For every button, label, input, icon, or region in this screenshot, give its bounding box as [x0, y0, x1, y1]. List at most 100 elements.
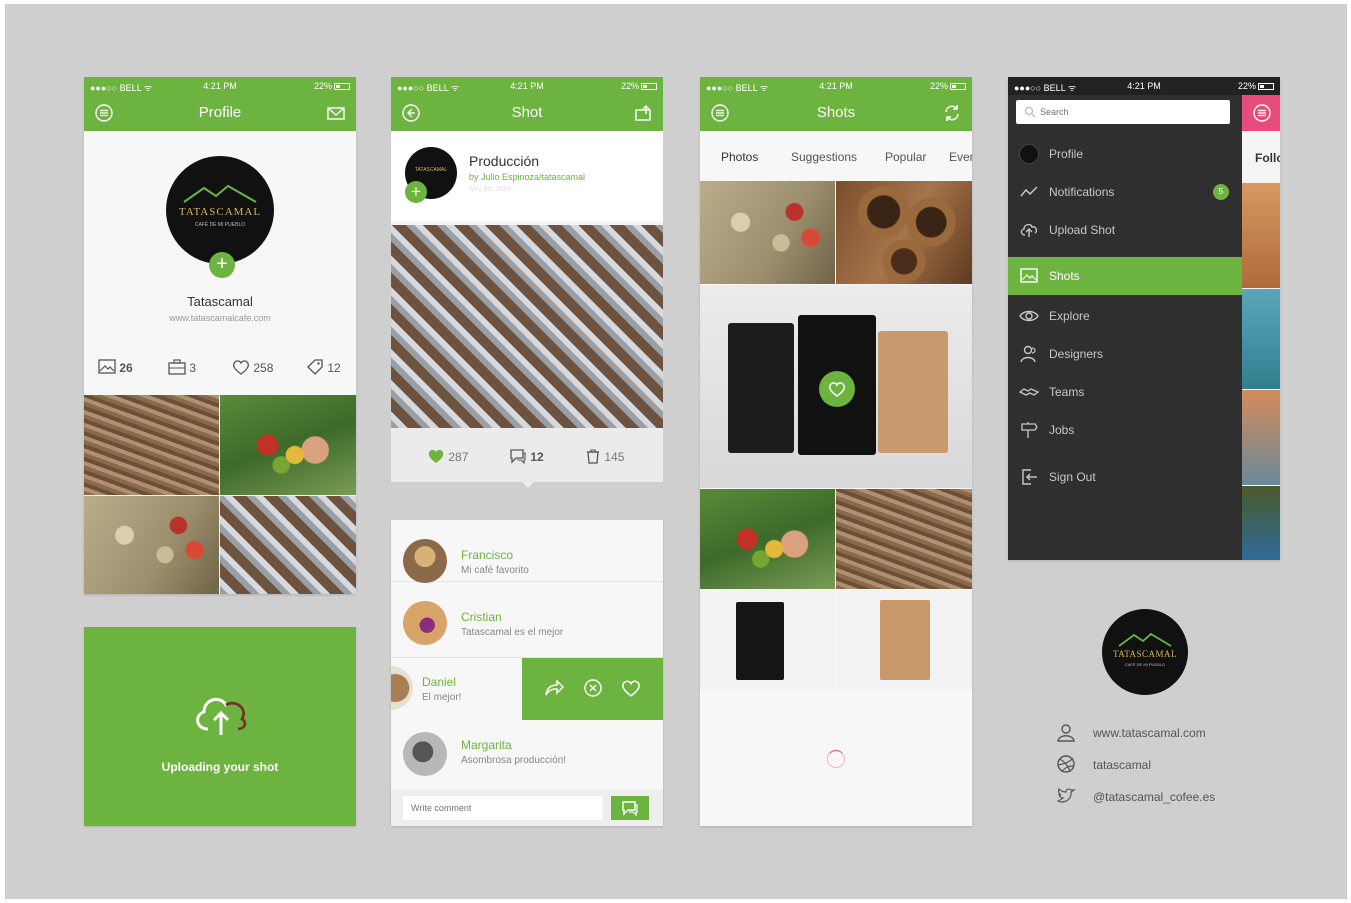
mountain-logo-icon	[183, 184, 257, 203]
search-icon	[1024, 106, 1036, 118]
post-avatar-text: TATASCAMAL	[414, 167, 448, 173]
follow-button[interactable]: +	[209, 252, 235, 278]
like-button[interactable]: 287	[427, 448, 468, 464]
menu-item-jobs[interactable]: Jobs	[1008, 411, 1242, 449]
menu-icon[interactable]	[1252, 103, 1272, 123]
stat-projects[interactable]: 3	[168, 359, 196, 375]
send-comment-button[interactable]	[611, 796, 649, 820]
profile-photo-1[interactable]	[84, 395, 219, 495]
loading-spinner	[827, 750, 845, 768]
reply-icon[interactable]	[543, 678, 565, 698]
activity-icon	[1020, 186, 1038, 197]
shot-actions: 287 12 145	[391, 428, 663, 482]
profile-photo-2[interactable]	[220, 395, 356, 495]
search-box[interactable]	[1016, 100, 1230, 124]
mail-icon[interactable]	[326, 103, 346, 123]
menu-item-sign-out[interactable]: Sign Out	[1008, 458, 1242, 496]
post-follow-button[interactable]: +	[405, 181, 427, 203]
notification-badge: 5	[1213, 184, 1229, 200]
cloud-upload-icon	[1020, 223, 1038, 237]
comment-icon	[622, 801, 638, 817]
profile-header: TATASCAMAL CAFÉ DE MI PUEBLO + Tatascama…	[84, 131, 356, 343]
tab-suggestions[interactable]: Suggestions	[791, 150, 857, 164]
comment-author[interactable]: Francisco	[461, 548, 513, 562]
menu-item-notifications[interactable]: Notifications 5	[1008, 173, 1242, 211]
stat-tags[interactable]: 12	[306, 359, 341, 375]
tab-photos[interactable]: Photos	[721, 150, 758, 164]
stat-likes[interactable]: 258	[232, 359, 273, 375]
delete-icon[interactable]	[583, 678, 603, 698]
comment-composer	[391, 790, 663, 826]
comments-button[interactable]: 12	[509, 448, 544, 464]
page-title: Shot	[511, 104, 543, 121]
briefcase-icon	[168, 359, 186, 375]
comment-item-daniel[interactable]: Daniel El mejor!	[391, 658, 663, 720]
content-peek[interactable]: Follo	[1242, 95, 1280, 560]
menu-item-teams[interactable]: Teams	[1008, 373, 1242, 411]
peek-navbar	[1242, 95, 1280, 131]
shot-thumb-2[interactable]	[836, 181, 972, 284]
tab-popular[interactable]: Popular	[885, 150, 926, 164]
upload-status-text: Uploading your shot	[161, 760, 279, 774]
comment-item-francisco[interactable]: Francisco Mi café favorito	[391, 520, 663, 583]
menu-item-profile[interactable]: Profile	[1008, 135, 1242, 173]
shot-thumb-6[interactable]	[836, 590, 972, 690]
share-icon[interactable]	[633, 103, 653, 123]
avatar	[403, 732, 447, 776]
sign-out-icon	[1022, 469, 1037, 485]
comment-swipe-actions	[522, 658, 663, 720]
refresh-icon[interactable]	[942, 103, 962, 123]
upload-card: Uploading your shot	[84, 627, 356, 826]
page-title: Profile	[198, 104, 242, 121]
like-overlay-button[interactable]	[819, 371, 855, 407]
profile-website[interactable]: www.tatascamalcafe.com	[84, 313, 356, 323]
shot-featured[interactable]	[700, 285, 972, 488]
post-title: Producción	[469, 153, 540, 169]
shots-tabs: Photos Suggestions Popular Ever	[700, 131, 972, 181]
menu-item-upload-shot[interactable]: Upload Shot	[1008, 211, 1242, 249]
comment-input[interactable]	[403, 796, 603, 820]
cloud-upload-icon	[196, 697, 247, 735]
post-author[interactable]: by Julio Espinoza/tatascamal	[469, 172, 585, 182]
heart-icon[interactable]	[621, 678, 641, 698]
avatar	[391, 666, 413, 710]
user-icon	[1057, 724, 1075, 742]
avatar	[403, 539, 447, 583]
comment-item-cristian[interactable]: Cristian Tatascamal es el mejor	[391, 596, 663, 658]
comment-author[interactable]: Cristian	[461, 610, 502, 624]
comment-text: El mejor!	[422, 692, 462, 703]
shot-thumb-3[interactable]	[700, 489, 835, 589]
heart-icon	[233, 360, 249, 375]
profile-photo-4[interactable]	[220, 496, 356, 594]
shot-thumb-4[interactable]	[836, 489, 972, 589]
shot-screen: ●●●○○ BELL ᯤ 4:21 PM 22% Shot TATASCAMAL…	[391, 77, 663, 488]
eye-icon	[1019, 310, 1039, 322]
shot-thumb-5[interactable]	[700, 590, 835, 690]
comment-author[interactable]: Margarita	[461, 738, 512, 752]
comment-item-margarita[interactable]: Margarita Asombrosa producción!	[391, 720, 663, 790]
brand-logo-text: TATASCAMAL	[178, 206, 262, 218]
bucket-button[interactable]: 145	[585, 448, 624, 464]
battery: 22%	[1238, 81, 1274, 91]
menu-item-explore[interactable]: Explore	[1008, 297, 1242, 335]
profile-photo-3[interactable]	[84, 496, 219, 594]
menu-item-designers[interactable]: Designers	[1008, 335, 1242, 373]
shots-screen: ●●●○○ BELL ᯤ 4:21 PM 22% Shots Photos Su…	[700, 77, 972, 826]
search-input[interactable]	[1040, 104, 1220, 120]
heart-filled-icon	[428, 449, 444, 463]
menu-item-shots[interactable]: Shots	[1008, 257, 1242, 295]
avatar	[403, 601, 447, 645]
shot-thumb-1[interactable]	[700, 181, 835, 284]
tab-ever[interactable]: Ever	[949, 150, 972, 164]
comment-icon	[510, 449, 526, 464]
post-header: TATASCAMAL + Producción by Julio Espinoz…	[391, 131, 663, 221]
battery: 22%	[621, 81, 657, 91]
stat-shots[interactable]: 26	[98, 359, 133, 375]
menu-screen: ●●●○○ BELL ᯤ 4:21 PM 22% Profile Notific…	[1008, 77, 1280, 560]
comment-author[interactable]: Daniel	[422, 675, 456, 689]
profile-navbar: Profile	[84, 95, 356, 131]
shot-main-image[interactable]	[391, 225, 663, 428]
mockup-canvas: ●●●○○ BELL ᯤ 4:21 PM 22% Profile TATASCA…	[5, 4, 1347, 899]
peek-photo-2	[1242, 289, 1280, 389]
comments-panel: Francisco Mi café favorito Cristian Tata…	[391, 520, 663, 826]
